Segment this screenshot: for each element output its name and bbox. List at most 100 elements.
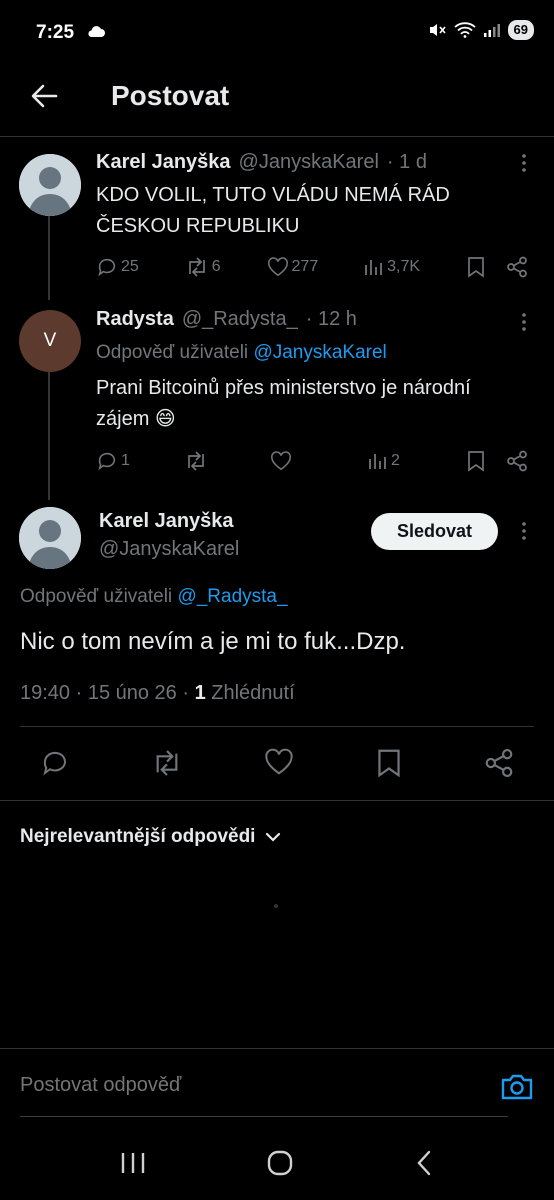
more-icon[interactable] <box>514 521 534 541</box>
more-icon[interactable] <box>514 153 534 173</box>
retweet-button[interactable] <box>151 748 183 778</box>
main-tweet-actions <box>40 748 514 778</box>
author-handle[interactable]: @JanyskaKarel <box>99 538 239 561</box>
status-time: 7:25 <box>36 22 75 43</box>
system-navbar <box>0 1126 554 1200</box>
thread-connector <box>48 214 50 300</box>
views-button[interactable]: 2 <box>368 451 412 471</box>
retweet-icon <box>156 750 178 776</box>
bookmark-icon <box>378 749 400 778</box>
views-count: 3,7K <box>387 258 421 275</box>
share-button[interactable] <box>506 256 528 278</box>
reply-prefix: Odpověď uživateli <box>20 586 173 607</box>
divider <box>20 726 534 727</box>
chevron-down-icon <box>266 832 281 842</box>
arrow-left-icon <box>31 84 58 108</box>
views-button[interactable]: 3,7K <box>364 257 420 277</box>
author-name[interactable]: Karel Janyška <box>99 510 234 533</box>
default-avatar-icon <box>19 154 81 216</box>
camera-button[interactable] <box>500 1072 534 1102</box>
like-button[interactable] <box>270 451 314 471</box>
back-button[interactable] <box>26 78 62 114</box>
reply-to-handle[interactable]: @_Radysta_ <box>177 586 287 607</box>
tweet-text: Nic o tom nevím a je mi to fuk...Dzp. <box>20 628 406 655</box>
header-divider <box>0 136 554 137</box>
mute-icon <box>428 22 446 38</box>
reply-icon <box>43 751 66 776</box>
share-button[interactable] <box>484 748 514 778</box>
reply-input-underline <box>20 1116 508 1117</box>
tweet-datetime: 19:40 · 15 úno 26 · <box>20 682 195 704</box>
reply-prefix: Odpověď uživateli <box>96 342 249 363</box>
reply-button[interactable]: 25 <box>96 256 139 278</box>
default-avatar-icon <box>19 507 81 569</box>
tweet-actions: 25 6 277 3,7K <box>96 256 528 278</box>
page-title: Postovat <box>111 80 230 111</box>
tweet-time: · 1 d <box>386 151 427 173</box>
battery-indicator: 69 <box>507 20 534 40</box>
author-name[interactable]: Karel Janyška <box>96 151 231 174</box>
sort-dropdown[interactable]: Nejrelevantnější odpovědi <box>20 826 281 848</box>
reply-context: Odpověď uživateli @_Radysta_ <box>20 586 288 608</box>
like-count: 277 <box>291 258 319 275</box>
heart-icon <box>265 748 293 775</box>
tweet-text: Prani Bitcoinů přes ministerstvo je náro… <box>96 377 471 430</box>
bookmark-icon <box>468 451 484 472</box>
reply-button[interactable]: 1 <box>96 450 130 472</box>
like-button[interactable]: 277 <box>267 257 319 277</box>
avatar[interactable] <box>19 154 81 216</box>
reply-context: Odpověď uživateli @JanyskaKarel <box>96 342 387 364</box>
views-count: 2 <box>390 452 400 469</box>
divider <box>0 800 554 801</box>
share-icon <box>507 450 527 472</box>
bookmark-button[interactable] <box>466 256 486 278</box>
author-name[interactable]: Radysta <box>96 308 174 331</box>
recents-icon <box>121 1153 145 1173</box>
tweet-meta: 19:40 · 15 úno 26 · 1 Zhlédnutí <box>20 682 295 705</box>
views-icon <box>365 260 383 275</box>
heart-icon <box>270 451 291 471</box>
tweet-text: KDO VOLIL, TUTO VLÁDU NEMÁ RÁD ČESKOU RE… <box>96 184 450 237</box>
nav-back-button[interactable] <box>414 1149 434 1177</box>
heart-icon <box>267 257 288 277</box>
tweet-header: Karel Janyška @JanyskaKarel · 1 d <box>96 151 427 174</box>
avatar[interactable]: V <box>19 310 81 372</box>
share-icon <box>507 256 527 278</box>
signal-icon <box>483 23 500 37</box>
loading-indicator <box>274 904 278 908</box>
author-handle[interactable]: @JanyskaKarel <box>239 151 379 174</box>
camera-icon <box>501 1074 533 1100</box>
divider <box>0 1048 554 1049</box>
share-button[interactable] <box>506 450 528 472</box>
sort-label: Nejrelevantnější odpovědi <box>20 826 256 847</box>
bookmark-icon <box>468 257 484 278</box>
wifi-icon <box>453 22 476 38</box>
retweet-count: 6 <box>211 258 221 275</box>
reply-icon <box>98 258 116 277</box>
avatar[interactable] <box>19 507 81 569</box>
like-button[interactable] <box>264 748 294 778</box>
tweet-actions: 1 2 <box>96 450 528 472</box>
retweet-button[interactable]: 6 <box>185 256 221 278</box>
tweet-time: · 12 h <box>305 308 357 330</box>
share-icon <box>485 748 513 778</box>
reply-button[interactable] <box>40 748 70 778</box>
reply-icon <box>98 452 116 471</box>
bookmark-button[interactable] <box>466 450 486 472</box>
recents-button[interactable] <box>120 1151 146 1175</box>
views-label: Zhlédnutí <box>205 682 295 704</box>
reply-input[interactable] <box>20 1074 460 1097</box>
bookmark-button[interactable] <box>375 748 403 778</box>
views-count: 1 <box>194 682 206 704</box>
follow-button[interactable]: Sledovat <box>371 513 498 550</box>
reply-count: 1 <box>121 452 130 469</box>
home-button[interactable] <box>266 1149 294 1177</box>
retweet-button[interactable] <box>184 450 216 472</box>
status-icons: 69 <box>428 20 534 40</box>
author-handle[interactable]: @_Radysta_ <box>182 308 298 331</box>
reply-to-handle[interactable]: @JanyskaKarel <box>253 342 386 363</box>
more-icon[interactable] <box>514 312 534 332</box>
thread-connector <box>48 372 50 500</box>
tweet-header: Radysta @_Radysta_ · 12 h <box>96 308 357 331</box>
views-icon <box>369 454 386 469</box>
